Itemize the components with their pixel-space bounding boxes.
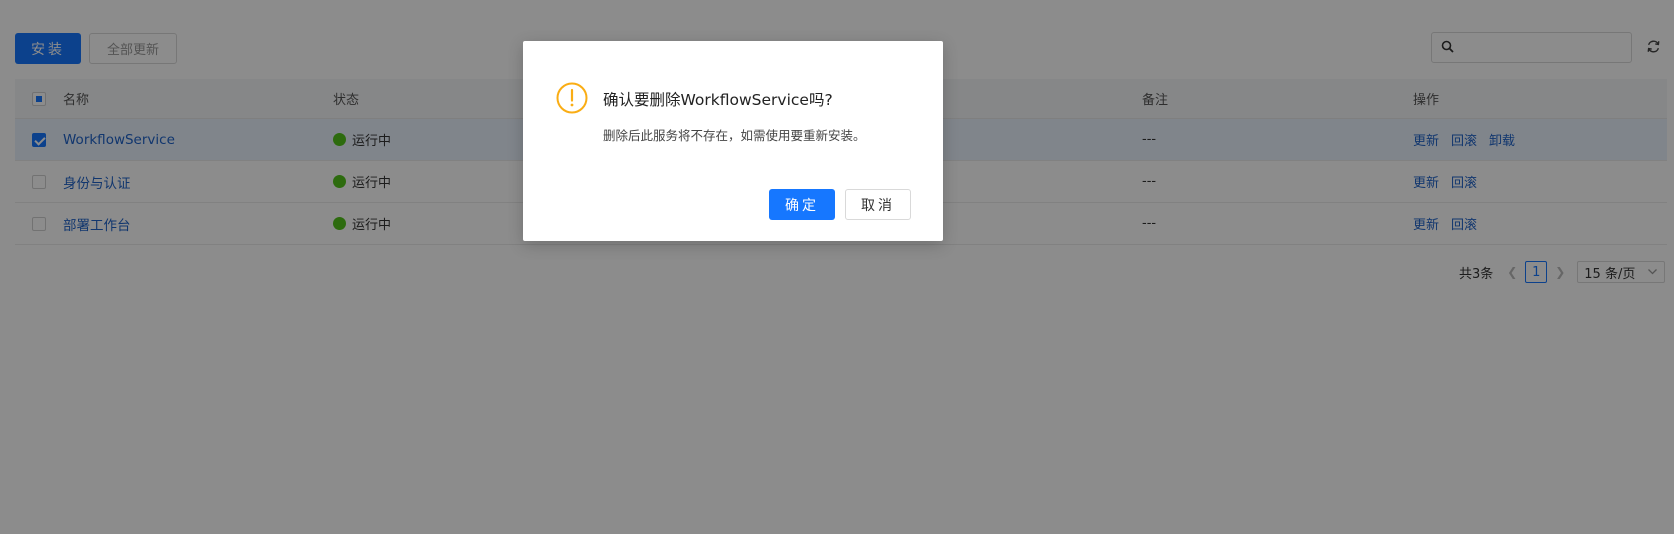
confirm-delete-dialog: 确认要删除WorkflowService吗? 删除后此服务将不存在，如需使用要重…: [523, 41, 943, 241]
dialog-content: 删除后此服务将不存在，如需使用要重新安装。: [603, 128, 866, 143]
confirm-button[interactable]: 确定: [769, 189, 835, 220]
dialog-title: 确认要删除WorkflowService吗?: [603, 91, 833, 109]
warning-icon: [556, 82, 588, 118]
cancel-button[interactable]: 取消: [845, 189, 911, 220]
